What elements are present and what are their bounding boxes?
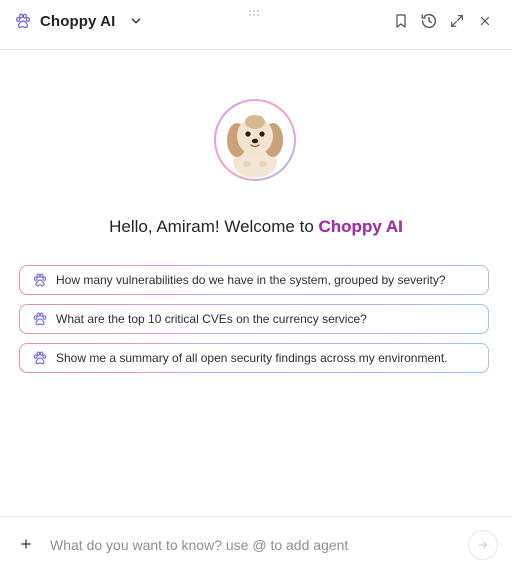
agent-title: Choppy AI bbox=[40, 12, 116, 30]
suggestion-list: How many vulnerabilities do we have in t… bbox=[19, 265, 489, 382]
add-attachment-button[interactable] bbox=[18, 536, 34, 552]
history-icon[interactable] bbox=[420, 12, 438, 30]
welcome-brand: Choppy AI bbox=[318, 217, 403, 236]
arrow-right-icon bbox=[478, 541, 488, 549]
agent-selector[interactable]: Choppy AI bbox=[14, 12, 143, 30]
welcome-greeting: Hello, Amiram! Welcome to bbox=[109, 217, 319, 236]
paw-icon bbox=[32, 311, 48, 327]
suggestion-label: How many vulnerabilities do we have in t… bbox=[56, 273, 446, 287]
suggestion-label: Show me a summary of all open security f… bbox=[56, 351, 448, 365]
paw-icon bbox=[32, 350, 48, 366]
suggestion-chip[interactable]: How many vulnerabilities do we have in t… bbox=[19, 265, 489, 295]
expand-icon[interactable] bbox=[448, 12, 466, 30]
close-icon[interactable] bbox=[476, 12, 494, 30]
dog-mascot-icon bbox=[227, 115, 283, 178]
message-composer bbox=[0, 516, 512, 571]
drag-handle-icon[interactable] bbox=[248, 4, 260, 16]
plus-icon bbox=[21, 539, 31, 549]
suggestion-chip[interactable]: Show me a summary of all open security f… bbox=[19, 343, 489, 373]
chat-header: Choppy AI bbox=[0, 0, 512, 50]
send-button[interactable] bbox=[468, 530, 498, 560]
assistant-avatar bbox=[214, 99, 296, 181]
paw-icon bbox=[32, 272, 48, 288]
chevron-down-icon[interactable] bbox=[129, 14, 143, 28]
suggestion-chip[interactable]: What are the top 10 critical CVEs on the… bbox=[19, 304, 489, 334]
welcome-message: Hello, Amiram! Welcome to Choppy AI bbox=[0, 217, 512, 237]
message-input[interactable] bbox=[50, 531, 450, 559]
suggestion-label: What are the top 10 critical CVEs on the… bbox=[56, 312, 367, 326]
bookmark-icon[interactable] bbox=[392, 12, 410, 30]
header-actions bbox=[392, 12, 494, 30]
paw-icon bbox=[14, 12, 32, 30]
